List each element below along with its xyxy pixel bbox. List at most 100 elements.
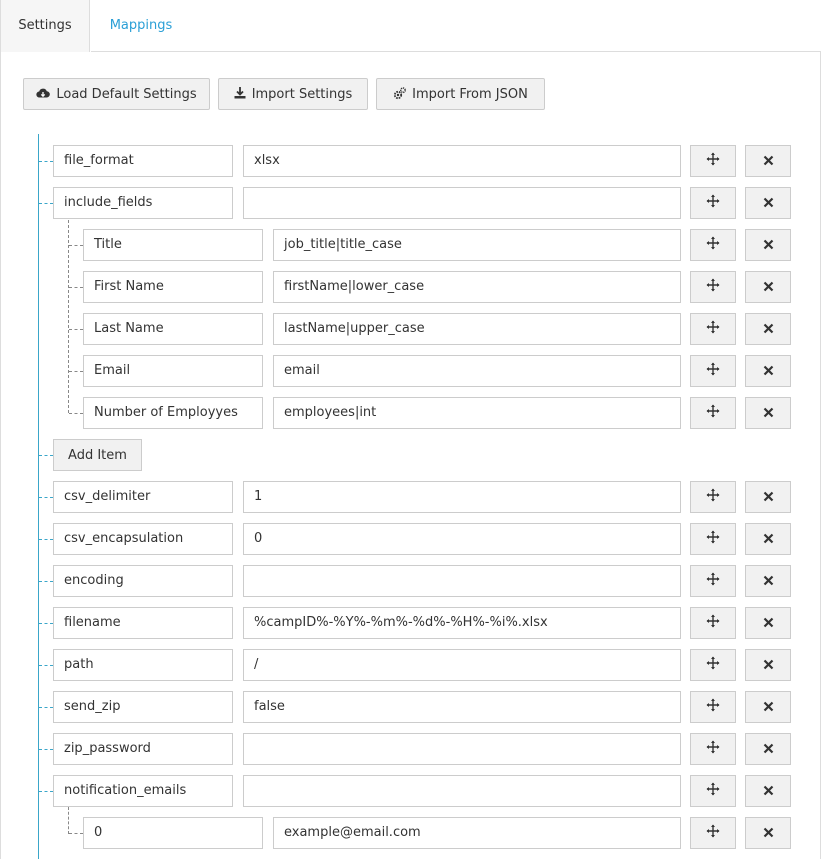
close-icon [763,362,774,380]
setting-key-field[interactable]: First Name [83,271,263,303]
move-button[interactable] [690,397,736,429]
move-button[interactable] [690,649,736,681]
setting-value-field[interactable]: %campID%-%Y%-%m%-%d%-%H%-%i%.xlsx [243,607,681,639]
tree-connector [39,539,53,540]
delete-button[interactable] [745,565,791,597]
setting-value-field[interactable]: email [273,355,681,387]
arrows-move-icon [706,488,720,506]
delete-button[interactable] [745,481,791,513]
setting-key-field[interactable]: encoding [53,565,233,597]
setting-key-field[interactable]: Number of Employyes [83,397,263,429]
setting-key-field[interactable]: Email [83,355,263,387]
setting-key-field[interactable]: csv_delimiter [53,481,233,513]
setting-value-field[interactable]: 1 [243,481,681,513]
setting-value-field[interactable]: firstName|lower_case [273,271,681,303]
arrows-move-icon [706,278,720,296]
setting-value-field[interactable]: 0 [243,523,681,555]
tree-connector [39,203,53,204]
delete-button[interactable] [745,775,791,807]
setting-key-field[interactable]: file_format [53,145,233,177]
setting-key-field[interactable]: notification_emails [53,775,233,807]
setting-key-field[interactable]: path [53,649,233,681]
setting-key-field[interactable]: zip_password [53,733,233,765]
tree-connector [39,749,53,750]
close-icon [763,320,774,338]
tree-connector [39,665,53,666]
delete-button[interactable] [745,649,791,681]
gears-icon [393,86,407,102]
import-from-json-label: Import From JSON [412,86,528,102]
close-icon [763,194,774,212]
move-button[interactable] [690,691,736,723]
setting-value-field[interactable]: example@email.com [273,817,681,849]
arrows-move-icon [706,824,720,842]
close-icon [763,488,774,506]
load-default-settings-label: Load Default Settings [56,86,197,102]
setting-value-field[interactable] [243,775,681,807]
arrows-move-icon [706,152,720,170]
setting-value-field[interactable] [243,733,681,765]
setting-value-field[interactable]: job_title|title_case [273,229,681,261]
move-button[interactable] [690,733,736,765]
download-icon [234,87,246,101]
delete-button[interactable] [745,145,791,177]
move-button[interactable] [690,145,736,177]
arrows-move-icon [706,782,720,800]
setting-key-field[interactable]: filename [53,607,233,639]
setting-key-field[interactable]: 0 [83,817,263,849]
move-button[interactable] [690,187,736,219]
delete-button[interactable] [745,313,791,345]
delete-button[interactable] [745,187,791,219]
move-button[interactable] [690,523,736,555]
arrows-move-icon [706,362,720,380]
close-icon [763,530,774,548]
move-button[interactable] [690,775,736,807]
setting-key-field[interactable]: Title [83,229,263,261]
move-button[interactable] [690,271,736,303]
close-icon [763,278,774,296]
move-button[interactable] [690,355,736,387]
delete-button[interactable] [745,397,791,429]
delete-button[interactable] [745,817,791,849]
move-button[interactable] [690,817,736,849]
tree-connector [39,455,53,456]
delete-button[interactable] [745,607,791,639]
delete-button[interactable] [745,355,791,387]
delete-button[interactable] [745,691,791,723]
move-button[interactable] [690,607,736,639]
import-settings-button[interactable]: Import Settings [218,78,368,110]
setting-value-field[interactable]: false [243,691,681,723]
arrows-move-icon [706,404,720,422]
add-item-button[interactable]: Add Item [53,439,142,471]
move-button[interactable] [690,565,736,597]
tab-settings[interactable]: Settings [0,0,90,52]
move-button[interactable] [690,481,736,513]
tab-mappings[interactable]: Mappings [91,0,191,52]
delete-button[interactable] [745,229,791,261]
delete-button[interactable] [745,523,791,555]
tree-connector [39,623,53,624]
close-icon [763,824,774,842]
move-button[interactable] [690,229,736,261]
setting-value-field[interactable]: xlsx [243,145,681,177]
close-icon [763,698,774,716]
setting-value-field[interactable]: employees|int [273,397,681,429]
arrows-move-icon [706,530,720,548]
delete-button[interactable] [745,733,791,765]
import-from-json-button[interactable]: Import From JSON [376,78,545,110]
tree-connector [39,707,53,708]
setting-key-field[interactable]: csv_encapsulation [53,523,233,555]
tree-connector [69,833,83,834]
setting-value-field[interactable] [243,565,681,597]
close-icon [763,404,774,422]
setting-key-field[interactable]: Last Name [83,313,263,345]
setting-value-field[interactable]: lastName|upper_case [273,313,681,345]
setting-value-field[interactable] [243,187,681,219]
setting-value-field[interactable]: / [243,649,681,681]
setting-key-field[interactable]: send_zip [53,691,233,723]
delete-button[interactable] [745,271,791,303]
move-button[interactable] [690,313,736,345]
load-default-settings-button[interactable]: Load Default Settings [23,78,210,110]
close-icon [763,656,774,674]
setting-key-field[interactable]: include_fields [53,187,233,219]
